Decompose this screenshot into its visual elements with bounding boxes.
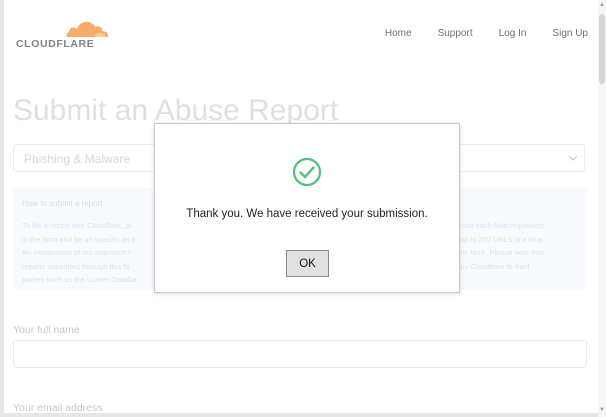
confirmation-message: Thank you. We have received your submiss… (186, 208, 428, 220)
submission-confirmation-dialog: Thank you. We have received your submiss… (154, 123, 460, 293)
check-circle-icon (292, 157, 322, 187)
ok-button[interactable]: OK (286, 250, 329, 277)
